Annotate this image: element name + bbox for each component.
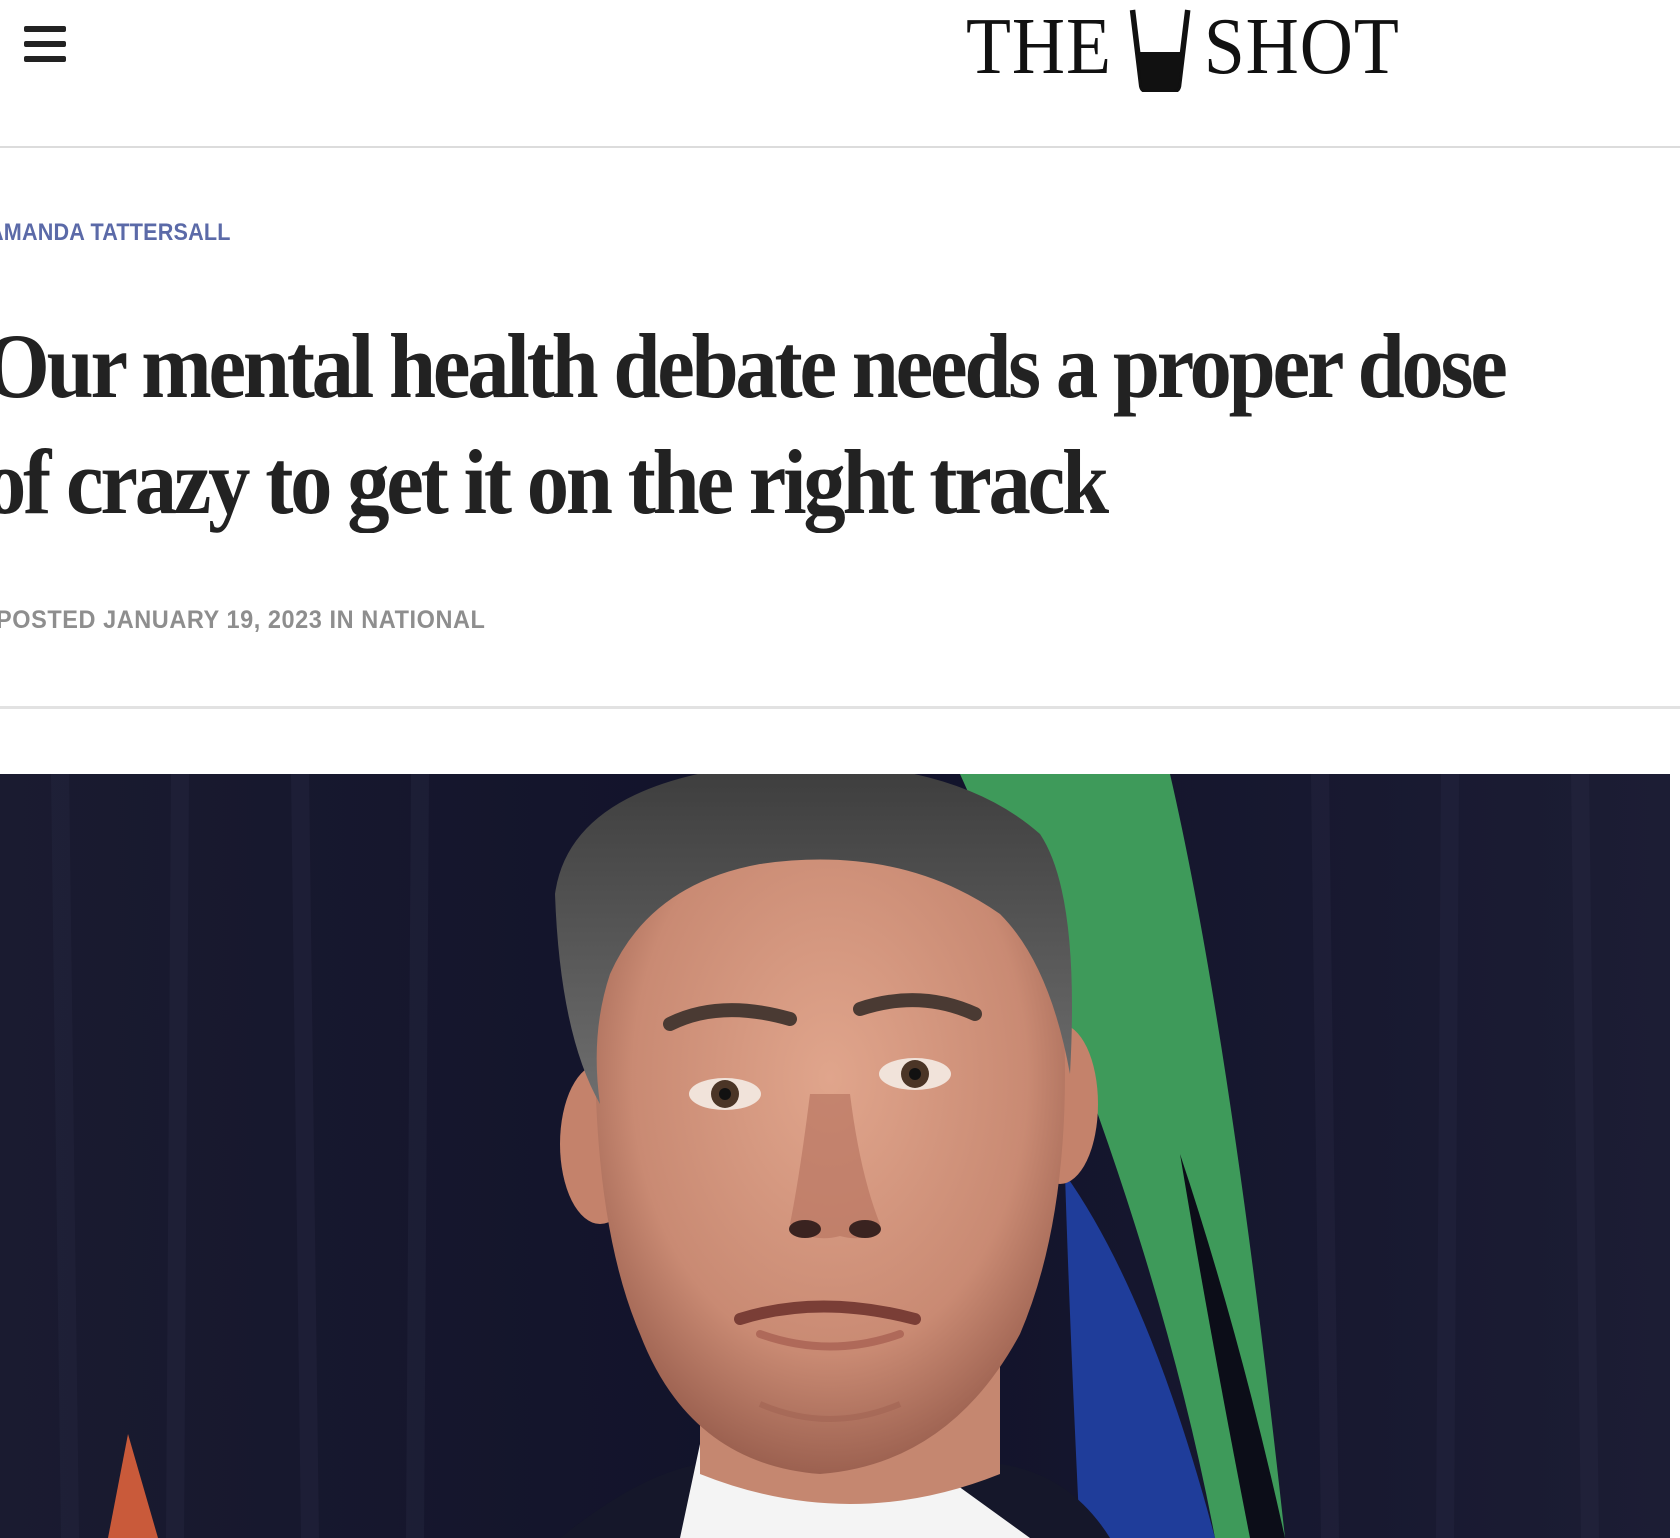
site-header: THE SHOT [0,0,1680,146]
category-link[interactable]: NATIONAL [361,606,485,634]
article-divider [0,706,1680,709]
posted-date: POSTED JANUARY 19, 2023 IN [0,606,355,634]
man-portrait-photo [0,774,1670,1538]
article-headline: Our mental health debate needs a proper … [0,315,1508,533]
article-meta: POSTED JANUARY 19, 2023 IN NATIONAL [0,606,485,635]
site-logo[interactable]: THE SHOT [966,2,1400,93]
brand-word-the: THE [966,3,1112,91]
brand-word-shot: SHOT [1203,3,1400,91]
hamburger-menu-icon[interactable] [22,22,66,66]
shot-glass-icon [1128,6,1191,93]
header-divider [0,146,1680,148]
author-link[interactable]: AMANDA TATTERSALL [0,219,231,247]
